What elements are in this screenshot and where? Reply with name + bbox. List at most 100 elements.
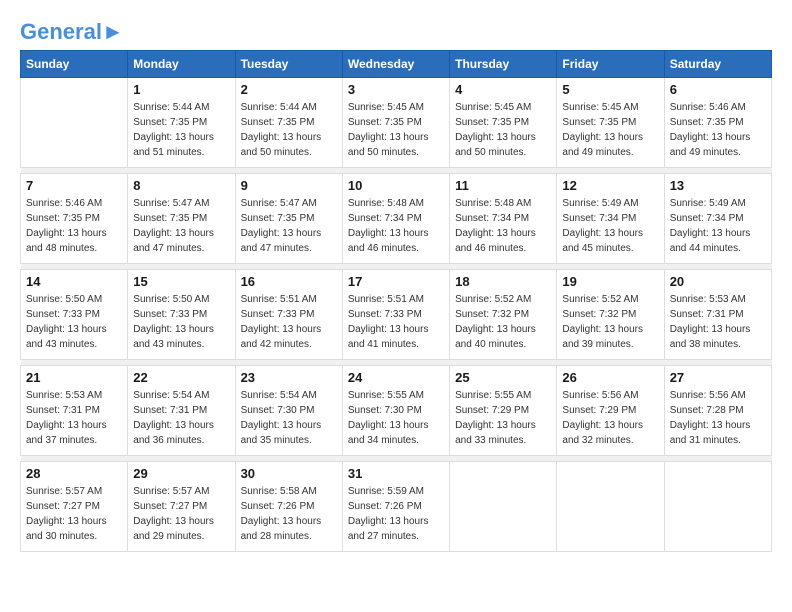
day-info: Sunrise: 5:47 AMSunset: 7:35 PMDaylight:… <box>241 196 337 256</box>
page-header: General► <box>20 20 772 40</box>
day-info: Sunrise: 5:50 AMSunset: 7:33 PMDaylight:… <box>26 292 122 352</box>
header-sunday: Sunday <box>21 51 128 78</box>
day-info: Sunrise: 5:45 AMSunset: 7:35 PMDaylight:… <box>562 100 658 160</box>
day-number: 29 <box>133 466 229 481</box>
calendar-cell: 25Sunrise: 5:55 AMSunset: 7:29 PMDayligh… <box>450 366 557 456</box>
day-number: 5 <box>562 82 658 97</box>
day-info: Sunrise: 5:46 AMSunset: 7:35 PMDaylight:… <box>670 100 766 160</box>
calendar-cell: 27 Sunrise: 5:56 AMSunset: 7:28 PMDayligh… <box>664 366 771 456</box>
week-row-4: 21 Sunrise: 5:53 AMSunset: 7:31 PMDayligh… <box>21 366 772 456</box>
calendar-cell: 22 Sunrise: 5:54 AMSunset: 7:31 PMDayligh… <box>128 366 235 456</box>
day-number: 9 <box>241 178 337 193</box>
calendar-cell: 5 Sunrise: 5:45 AMSunset: 7:35 PMDaylight… <box>557 78 664 168</box>
day-number: 28 <box>26 466 122 481</box>
day-number: 11 <box>455 178 551 193</box>
day-number: 10 <box>348 178 444 193</box>
calendar-cell: 20Sunrise: 5:53 AMSunset: 7:31 PMDayligh… <box>664 270 771 360</box>
calendar-cell: 1Sunrise: 5:44 AMSunset: 7:35 PMDaylight… <box>128 78 235 168</box>
calendar-cell: 31 Sunrise: 5:59 AMSunset: 7:26 PMDayligh… <box>342 462 449 552</box>
logo: General► <box>20 20 124 40</box>
day-number: 27 <box>670 370 766 385</box>
calendar-table: SundayMondayTuesdayWednesdayThursdayFrid… <box>20 50 772 552</box>
day-info: Sunrise: 5:55 AMSunset: 7:30 PMDaylight:… <box>348 388 444 448</box>
day-number: 20 <box>670 274 766 289</box>
day-info: Sunrise: 5:51 AMSunset: 7:33 PMDaylight:… <box>348 292 444 352</box>
day-info: Sunrise: 5:56 AMSunset: 7:28 PMDaylight:… <box>670 388 766 448</box>
calendar-cell <box>450 462 557 552</box>
day-info: Sunrise: 5:59 AMSunset: 7:26 PMDaylight:… <box>348 484 444 544</box>
day-number: 16 <box>241 274 337 289</box>
calendar-body: 1 Sunrise: 5:44 AMSunset: 7:35 PMDaylight… <box>21 78 772 552</box>
calendar-cell: 4Sunrise: 5:45 AMSunset: 7:35 PMDaylight… <box>450 78 557 168</box>
day-info: Sunrise: 5:54 AMSunset: 7:30 PMDaylight:… <box>241 388 337 448</box>
day-number: 26 <box>562 370 658 385</box>
day-info: Sunrise: 5:49 AMSunset: 7:34 PMDaylight:… <box>670 196 766 256</box>
day-number: 24 <box>348 370 444 385</box>
day-number: 2 <box>241 82 337 97</box>
day-number: 23 <box>241 370 337 385</box>
header-tuesday: Tuesday <box>235 51 342 78</box>
calendar-cell: 10 Sunrise: 5:48 AMSunset: 7:34 PMDayligh… <box>342 174 449 264</box>
calendar-cell: 9 Sunrise: 5:47 AMSunset: 7:35 PMDaylight… <box>235 174 342 264</box>
calendar-cell: 3 Sunrise: 5:45 AMSunset: 7:35 PMDaylight… <box>342 78 449 168</box>
calendar-cell: 16Sunrise: 5:51 AMSunset: 7:33 PMDayligh… <box>235 270 342 360</box>
day-info: Sunrise: 5:57 AMSunset: 7:27 PMDaylight:… <box>26 484 122 544</box>
calendar-cell: 30Sunrise: 5:58 AMSunset: 7:26 PMDayligh… <box>235 462 342 552</box>
day-number: 25 <box>455 370 551 385</box>
calendar-cell: 8Sunrise: 5:47 AMSunset: 7:35 PMDaylight… <box>128 174 235 264</box>
day-info: Sunrise: 5:48 AMSunset: 7:34 PMDaylight:… <box>348 196 444 256</box>
calendar-cell: 26Sunrise: 5:56 AMSunset: 7:29 PMDayligh… <box>557 366 664 456</box>
day-info: Sunrise: 5:50 AMSunset: 7:33 PMDaylight:… <box>133 292 229 352</box>
day-info: Sunrise: 5:49 AMSunset: 7:34 PMDaylight:… <box>562 196 658 256</box>
day-number: 19 <box>562 274 658 289</box>
calendar-header-row: SundayMondayTuesdayWednesdayThursdayFrid… <box>21 51 772 78</box>
day-number: 22 <box>133 370 229 385</box>
day-number: 3 <box>348 82 444 97</box>
day-info: Sunrise: 5:46 AMSunset: 7:35 PMDaylight:… <box>26 196 122 256</box>
day-info: Sunrise: 5:58 AMSunset: 7:26 PMDaylight:… <box>241 484 337 544</box>
calendar-cell: 29Sunrise: 5:57 AMSunset: 7:27 PMDayligh… <box>128 462 235 552</box>
day-number: 12 <box>562 178 658 193</box>
day-info: Sunrise: 5:52 AMSunset: 7:32 PMDaylight:… <box>562 292 658 352</box>
calendar-cell: 2 Sunrise: 5:44 AMSunset: 7:35 PMDaylight… <box>235 78 342 168</box>
calendar-cell: 28 Sunrise: 5:57 AMSunset: 7:27 PMDayligh… <box>21 462 128 552</box>
calendar-cell: 14 Sunrise: 5:50 AMSunset: 7:33 PMDayligh… <box>21 270 128 360</box>
day-info: Sunrise: 5:44 AMSunset: 7:35 PMDaylight:… <box>241 100 337 160</box>
day-info: Sunrise: 5:52 AMSunset: 7:32 PMDaylight:… <box>455 292 551 352</box>
day-info: Sunrise: 5:53 AMSunset: 7:31 PMDaylight:… <box>26 388 122 448</box>
week-row-5: 28 Sunrise: 5:57 AMSunset: 7:27 PMDayligh… <box>21 462 772 552</box>
day-number: 15 <box>133 274 229 289</box>
calendar-cell: 19 Sunrise: 5:52 AMSunset: 7:32 PMDayligh… <box>557 270 664 360</box>
day-number: 31 <box>348 466 444 481</box>
day-info: Sunrise: 5:47 AMSunset: 7:35 PMDaylight:… <box>133 196 229 256</box>
calendar-cell <box>664 462 771 552</box>
day-info: Sunrise: 5:45 AMSunset: 7:35 PMDaylight:… <box>455 100 551 160</box>
week-row-1: 1 Sunrise: 5:44 AMSunset: 7:35 PMDaylight… <box>21 78 772 168</box>
calendar-cell: 15 Sunrise: 5:50 AMSunset: 7:33 PMDayligh… <box>128 270 235 360</box>
calendar-cell: 6 Sunrise: 5:46 AMSunset: 7:35 PMDaylight… <box>664 78 771 168</box>
calendar-cell: 24 Sunrise: 5:55 AMSunset: 7:30 PMDayligh… <box>342 366 449 456</box>
calendar-cell: 23 Sunrise: 5:54 AMSunset: 7:30 PMDayligh… <box>235 366 342 456</box>
day-info: Sunrise: 5:54 AMSunset: 7:31 PMDaylight:… <box>133 388 229 448</box>
calendar-cell: 18 Sunrise: 5:52 AMSunset: 7:32 PMDayligh… <box>450 270 557 360</box>
header-thursday: Thursday <box>450 51 557 78</box>
header-saturday: Saturday <box>664 51 771 78</box>
day-number: 18 <box>455 274 551 289</box>
day-number: 7 <box>26 178 122 193</box>
logo-text: General► <box>20 20 124 44</box>
calendar-cell <box>21 78 128 168</box>
day-number: 1 <box>133 82 229 97</box>
day-info: Sunrise: 5:48 AMSunset: 7:34 PMDaylight:… <box>455 196 551 256</box>
week-row-3: 14 Sunrise: 5:50 AMSunset: 7:33 PMDayligh… <box>21 270 772 360</box>
header-friday: Friday <box>557 51 664 78</box>
calendar-cell: 13Sunrise: 5:49 AMSunset: 7:34 PMDayligh… <box>664 174 771 264</box>
day-number: 21 <box>26 370 122 385</box>
day-number: 17 <box>348 274 444 289</box>
day-number: 14 <box>26 274 122 289</box>
day-number: 6 <box>670 82 766 97</box>
day-info: Sunrise: 5:45 AMSunset: 7:35 PMDaylight:… <box>348 100 444 160</box>
week-row-2: 7 Sunrise: 5:46 AMSunset: 7:35 PMDaylight… <box>21 174 772 264</box>
calendar-cell: 17 Sunrise: 5:51 AMSunset: 7:33 PMDayligh… <box>342 270 449 360</box>
header-wednesday: Wednesday <box>342 51 449 78</box>
calendar-cell: 12 Sunrise: 5:49 AMSunset: 7:34 PMDayligh… <box>557 174 664 264</box>
